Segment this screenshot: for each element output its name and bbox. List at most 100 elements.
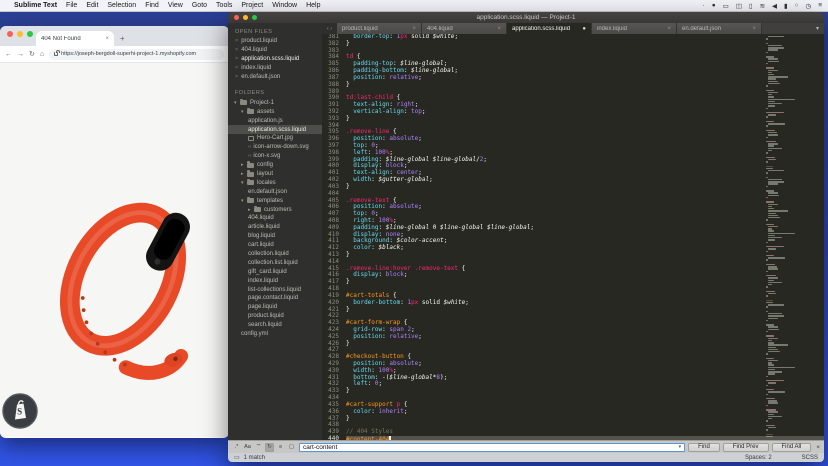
- keyboard-brightness-icon[interactable]: ·: [703, 2, 705, 9]
- shopify-badge-icon[interactable]: S: [2, 393, 38, 429]
- open-file-application.scss.liquid[interactable]: ×application.scss.liquid: [228, 55, 322, 64]
- code-line[interactable]: position: absolute;: [346, 136, 824, 143]
- open-file-index.liquid[interactable]: ×index.liquid: [228, 64, 322, 73]
- case-sensitive-toggle[interactable]: Aa: [243, 443, 252, 452]
- spotlight-icon[interactable]: ○: [795, 2, 799, 9]
- highlight-matches-toggle[interactable]: ▢: [287, 443, 296, 452]
- code-line[interactable]: top: 0;: [346, 143, 824, 150]
- volume-icon[interactable]: ◀: [772, 2, 777, 10]
- tab-close-icon[interactable]: ×: [752, 26, 756, 32]
- tree-item-config.yml[interactable]: config.yml: [228, 330, 322, 339]
- wrap-toggle[interactable]: ↻: [265, 443, 274, 452]
- tree-item-cart.liquid[interactable]: cart.liquid: [228, 241, 322, 250]
- menu-item-window[interactable]: Window: [272, 2, 297, 9]
- code-line[interactable]: #cart-form-wrap {: [346, 320, 824, 327]
- home-icon[interactable]: ⌂: [40, 51, 44, 58]
- code-line[interactable]: #cart-support p {: [346, 402, 824, 409]
- tab-close-icon[interactable]: ×: [497, 26, 501, 32]
- tree-item-article.liquid[interactable]: article.liquid: [228, 223, 322, 232]
- code-line[interactable]: position: absolute;: [346, 361, 824, 368]
- code-line[interactable]: [346, 286, 824, 293]
- tab-close-icon[interactable]: ×: [105, 36, 109, 42]
- code-line[interactable]: }: [346, 184, 824, 191]
- code-editor[interactable]: 3813823833843853863873883893903913923933…: [322, 34, 824, 440]
- code-line[interactable]: position: relative;: [346, 334, 824, 341]
- open-file-product.liquid[interactable]: ×product.liquid: [228, 37, 322, 46]
- close-window-button[interactable]: [7, 31, 13, 37]
- new-tab-button[interactable]: +: [120, 34, 125, 43]
- tree-item-collection.liquid[interactable]: collection.liquid: [228, 250, 322, 259]
- code-line[interactable]: [346, 395, 824, 402]
- code-line[interactable]: }: [346, 388, 824, 395]
- menu-item-goto[interactable]: Goto: [192, 2, 207, 9]
- tree-item-config[interactable]: ▸config: [228, 161, 322, 170]
- code-line[interactable]: }: [346, 41, 824, 48]
- indentation-status[interactable]: Spaces: 2: [745, 455, 772, 461]
- menu-item-help[interactable]: Help: [306, 2, 320, 9]
- sublime-titlebar[interactable]: application.scss.liquid — Project-1: [228, 12, 824, 23]
- code-line[interactable]: padding: $line-global $line-global/2;: [346, 157, 824, 164]
- menu-item-find[interactable]: Find: [145, 2, 159, 9]
- tree-item-Hero-Cart.jpg[interactable]: Hero-Cart.jpg: [228, 134, 322, 143]
- minimap[interactable]: [766, 36, 806, 438]
- tree-item-index.liquid[interactable]: index.liquid: [228, 276, 322, 285]
- menu-item-selection[interactable]: Selection: [107, 2, 136, 9]
- code-line[interactable]: top: 0;: [346, 211, 824, 218]
- menu-item-file[interactable]: File: [66, 2, 77, 9]
- clock-icon[interactable]: ◷: [806, 2, 812, 10]
- battery-icon[interactable]: ▯: [749, 2, 753, 10]
- tree-item-list-collections.liquid[interactable]: list-collections.liquid: [228, 285, 322, 294]
- app-menu-title[interactable]: Sublime Text: [14, 2, 57, 9]
- browser-tab[interactable]: 404 Not Found ×: [36, 31, 114, 46]
- bell-icon[interactable]: ●: [712, 2, 716, 9]
- camera-icon[interactable]: ◫: [736, 2, 742, 10]
- menu-item-tools[interactable]: Tools: [216, 2, 232, 9]
- find-button[interactable]: Find: [688, 443, 720, 452]
- regex-toggle[interactable]: .*: [232, 443, 241, 452]
- address-bar[interactable]: https://joseph-bergdoll-superhi-project-…: [49, 49, 224, 60]
- wifi-icon[interactable]: ≋: [760, 2, 765, 10]
- tab-scroll-icons[interactable]: ‹ ›: [322, 23, 337, 34]
- display-icon[interactable]: ▭: [723, 2, 729, 10]
- tree-item-application.scss.liquid[interactable]: application.scss.liquid: [228, 125, 322, 134]
- reload-icon[interactable]: ↻: [29, 50, 35, 58]
- editor-tab-404.liquid[interactable]: 404.liquid×: [422, 23, 507, 34]
- code-line[interactable]: position: absolute;: [346, 204, 824, 211]
- editor-tab-product.liquid[interactable]: product.liquid×: [337, 23, 422, 34]
- code-line[interactable]: [346, 48, 824, 55]
- menu-item-project[interactable]: Project: [241, 2, 263, 9]
- back-icon[interactable]: ←: [5, 51, 12, 58]
- code-line[interactable]: border-top: 1px solid $white;: [346, 34, 824, 41]
- tab-close-icon[interactable]: ×: [667, 26, 671, 32]
- code-line[interactable]: [346, 313, 824, 320]
- file-close-icon[interactable]: ×: [235, 65, 238, 71]
- code-line[interactable]: color: inherit;: [346, 409, 824, 416]
- code-line[interactable]: }: [346, 279, 824, 286]
- menu-item-view[interactable]: View: [168, 2, 183, 9]
- code-line[interactable]: width: $gutter-global;: [346, 177, 824, 184]
- tree-item-search.liquid[interactable]: search.liquid: [228, 321, 322, 330]
- tree-item-blog.liquid[interactable]: blog.liquid: [228, 232, 322, 241]
- tree-item-collection.list.liquid[interactable]: collection.list.liquid: [228, 258, 322, 267]
- code-line[interactable]: [346, 347, 824, 354]
- tree-item-customers[interactable]: ▸customers: [228, 205, 322, 214]
- code-line[interactable]: background: $color-accent;: [346, 238, 824, 245]
- editor-tab-application.scss.liquid[interactable]: application.scss.liquid●: [507, 23, 592, 34]
- code-line[interactable]: }: [346, 252, 824, 259]
- tree-item-gift_card.liquid[interactable]: gift_card.liquid: [228, 267, 322, 276]
- code-line[interactable]: left: 0;: [346, 381, 824, 388]
- tree-item-404.liquid[interactable]: 404.liquid: [228, 214, 322, 223]
- find-input[interactable]: [303, 443, 679, 451]
- tree-item-Project-1[interactable]: ▾Project-1: [228, 98, 322, 107]
- battery-full-icon[interactable]: ▮: [784, 2, 788, 10]
- tree-item-locales[interactable]: ▾locales: [228, 178, 322, 187]
- code-line[interactable]: .remove-line:hover .remove-text {: [346, 266, 824, 273]
- code-line[interactable]: bottom: -($line-global*8);: [346, 375, 824, 382]
- code-line[interactable]: position: relative;: [346, 75, 824, 82]
- code-line[interactable]: [346, 89, 824, 96]
- menu-list-icon[interactable]: ≡: [818, 2, 822, 9]
- find-prev-button[interactable]: Find Prev: [723, 443, 769, 452]
- tab-overflow-icon[interactable]: ▾: [811, 23, 824, 34]
- code-line[interactable]: #content-404: [346, 436, 824, 440]
- tree-item-assets[interactable]: ▾assets: [228, 107, 322, 116]
